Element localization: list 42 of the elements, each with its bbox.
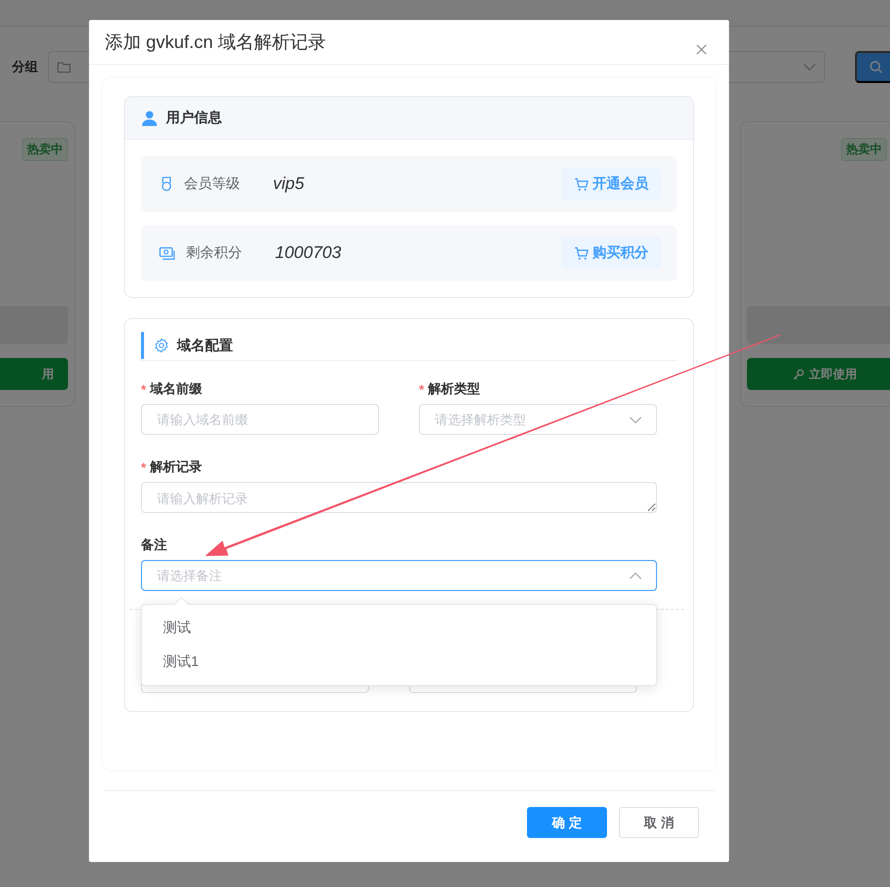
dialog-title: 添加 gvkuf.cn 域名解析记录	[105, 31, 326, 54]
medal-icon	[159, 176, 174, 192]
textarea-input[interactable]: 请输入解析记录	[141, 482, 657, 513]
confirm-button[interactable]: 确 定	[527, 807, 607, 838]
chevron-down-icon	[629, 416, 642, 424]
field-label: 备注	[141, 536, 167, 554]
dropdown-option[interactable]: 测试	[142, 611, 656, 645]
action-button[interactable]: 开通会员	[561, 168, 661, 200]
close-icon[interactable]	[696, 44, 707, 54]
info-value: 1000703	[275, 243, 342, 263]
search-icon	[869, 60, 883, 74]
money-icon	[159, 246, 176, 260]
folder-icon	[57, 61, 71, 73]
filter-label: 分组	[12, 58, 38, 76]
use-now-button[interactable]: 用	[0, 358, 68, 390]
select-field[interactable]: 请选择解析类型	[419, 404, 657, 435]
cancel-button[interactable]: 取 消	[619, 807, 699, 838]
required-mark: *	[141, 382, 146, 396]
gear-icon	[154, 338, 169, 353]
dropdown-option[interactable]: 测试1	[142, 645, 656, 679]
key-icon	[793, 368, 804, 380]
section-title: 用户信息	[166, 109, 222, 127]
info-label: 会员等级	[184, 175, 241, 193]
hot-sale-badge: 热卖中	[22, 138, 68, 161]
user-icon	[141, 110, 158, 126]
hot-sale-badge: 热卖中	[841, 138, 887, 161]
use-now-button[interactable]: 立即使用	[747, 358, 890, 390]
info-value: vip5	[273, 174, 306, 194]
info-label: 剩余积分	[186, 244, 243, 262]
required-mark: *	[141, 460, 146, 474]
select-field[interactable]: 请选择备注	[141, 560, 657, 591]
field-label: 域名前缀	[150, 380, 202, 398]
action-button[interactable]: 购买积分	[561, 237, 661, 269]
chevron-down-icon	[803, 63, 816, 71]
section-title: 域名配置	[177, 336, 233, 354]
field-label: 解析类型	[428, 380, 480, 398]
chevron-up-icon	[629, 572, 642, 580]
required-mark: *	[419, 382, 424, 396]
cart-icon	[574, 246, 588, 260]
cart-icon	[574, 176, 588, 192]
field-label: 解析记录	[150, 458, 202, 476]
text-input[interactable]: 请输入域名前缀	[141, 404, 379, 435]
